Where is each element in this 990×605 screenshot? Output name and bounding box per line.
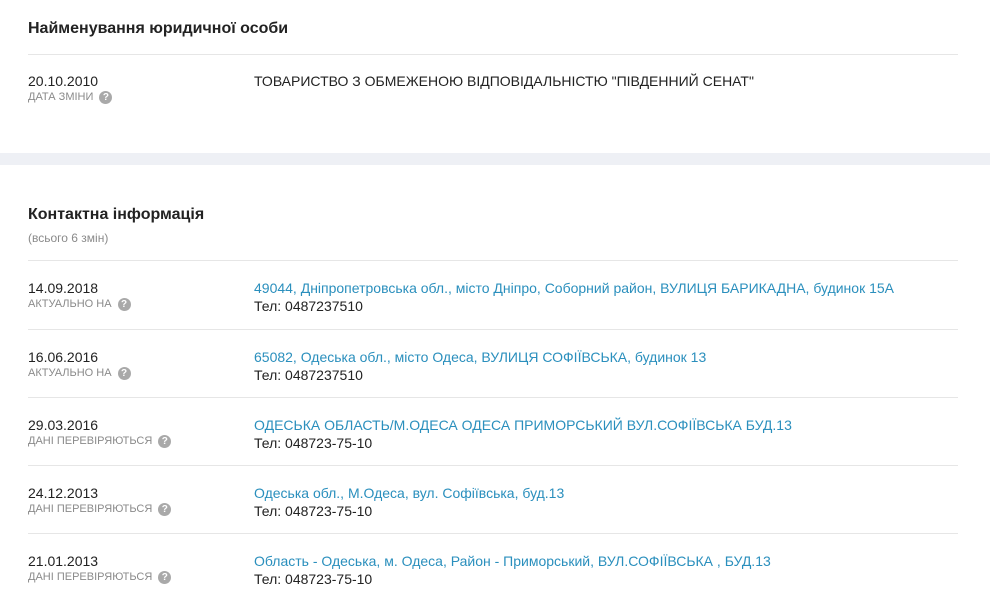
date-label-text: ДАНІ ПЕРЕВІРЯЮТЬСЯ — [28, 435, 153, 447]
help-icon[interactable]: ? — [158, 502, 172, 516]
help-icon[interactable]: ? — [117, 297, 131, 311]
date-column: 29.03.2016 ДАНІ ПЕРЕВІРЯЮТЬСЯ ? — [28, 416, 254, 465]
date-label-text: ДАНІ ПЕРЕВІРЯЮТЬСЯ — [28, 503, 153, 515]
phone-text: Тел: 048723-75-10 — [254, 503, 373, 519]
date-column: 24.12.2013 ДАНІ ПЕРЕВІРЯЮТЬСЯ ? — [28, 484, 254, 533]
date-label: АКТУАЛЬНО НА ? — [28, 297, 254, 311]
phone-text: Тел: 0487237510 — [254, 298, 363, 314]
date-label: ДАТА ЗМІНИ ? — [28, 90, 254, 104]
legal-name-value-column: ТОВАРИСТВО З ОБМЕЖЕНОЮ ВІДПОВІДАЛЬНІСТЮ … — [254, 72, 958, 123]
list-item: 24.12.2013 ДАНІ ПЕРЕВІРЯЮТЬСЯ ? Одеська … — [28, 465, 958, 533]
contact-value-column: ОДЕСЬКА ОБЛАСТЬ/М.ОДЕСА ОДЕСА ПРИМОРСЬКИ… — [254, 416, 958, 465]
date-column: 16.06.2016 АКТУАЛЬНО НА ? — [28, 348, 254, 397]
change-date: 14.09.2018 — [28, 280, 99, 296]
address-link[interactable]: Область - Одеська, м. Одеса, Район - При… — [254, 552, 958, 570]
legal-name-row: 20.10.2010 ДАТА ЗМІНИ ? ТОВАРИСТВО З ОБМ… — [28, 55, 958, 123]
date-column: 20.10.2010 ДАТА ЗМІНИ ? — [28, 72, 254, 123]
phone-text: Тел: 048723-75-10 — [254, 435, 373, 451]
contact-value-column: 49044, Дніпропетровська обл., місто Дніп… — [254, 279, 958, 329]
help-icon[interactable]: ? — [158, 570, 172, 584]
date-label: ДАНІ ПЕРЕВІРЯЮТЬСЯ ? — [28, 502, 254, 516]
legal-name-title: Найменування юридичної особи — [28, 20, 289, 37]
address-link[interactable]: 65082, Одеська обл., місто Одеса, ВУЛИЦЯ… — [254, 348, 958, 366]
date-label: АКТУАЛЬНО НА ? — [28, 366, 254, 380]
address-link[interactable]: Одеська обл., М.Одеса, вул. Софіївська, … — [254, 484, 958, 502]
contact-value-column: Одеська обл., М.Одеса, вул. Софіївська, … — [254, 484, 958, 533]
contacts-list: 14.09.2018 АКТУАЛЬНО НА ? 49044, Дніпроп… — [28, 261, 958, 601]
date-label-text: ДАНІ ПЕРЕВІРЯЮТЬСЯ — [28, 571, 153, 583]
contacts-section: Контактна інформація (всього 6 змін) 14.… — [0, 165, 990, 601]
phone-text: Тел: 048723-75-10 — [254, 571, 373, 587]
date-column: 21.01.2013 ДАНІ ПЕРЕВІРЯЮТЬСЯ ? — [28, 552, 254, 601]
date-label-text: АКТУАЛЬНО НА — [28, 298, 112, 310]
date-label-text: ДАТА ЗМІНИ — [28, 91, 94, 103]
list-item: 21.01.2013 ДАНІ ПЕРЕВІРЯЮТЬСЯ ? Область … — [28, 533, 958, 601]
change-date: 20.10.2010 — [28, 73, 99, 89]
contacts-title: Контактна інформація — [28, 206, 205, 223]
list-item: 16.06.2016 АКТУАЛЬНО НА ? 65082, Одеська… — [28, 329, 958, 397]
address-link[interactable]: ОДЕСЬКА ОБЛАСТЬ/М.ОДЕСА ОДЕСА ПРИМОРСЬКИ… — [254, 416, 958, 434]
contact-value-column: 65082, Одеська обл., місто Одеса, ВУЛИЦЯ… — [254, 348, 958, 397]
change-date: 24.12.2013 — [28, 485, 99, 501]
list-item: 14.09.2018 АКТУАЛЬНО НА ? 49044, Дніпроп… — [28, 261, 958, 329]
help-icon[interactable]: ? — [99, 90, 113, 104]
section-separator-band — [0, 153, 990, 165]
list-item: 29.03.2016 ДАНІ ПЕРЕВІРЯЮТЬСЯ ? ОДЕСЬКА … — [28, 397, 958, 465]
legal-name-section: Найменування юридичної особи 20.10.2010 … — [0, 0, 990, 153]
date-label: ДАНІ ПЕРЕВІРЯЮТЬСЯ ? — [28, 434, 254, 448]
phone-text: Тел: 0487237510 — [254, 367, 363, 383]
address-link[interactable]: 49044, Дніпропетровська обл., місто Дніп… — [254, 279, 958, 297]
date-label: ДАНІ ПЕРЕВІРЯЮТЬСЯ ? — [28, 570, 254, 584]
contacts-subtitle: (всього 6 змін) — [28, 231, 109, 245]
date-label-text: АКТУАЛЬНО НА — [28, 367, 112, 379]
date-column: 14.09.2018 АКТУАЛЬНО НА ? — [28, 279, 254, 329]
change-date: 29.03.2016 — [28, 417, 99, 433]
change-date: 21.01.2013 — [28, 553, 99, 569]
change-date: 16.06.2016 — [28, 349, 99, 365]
legal-name-value: ТОВАРИСТВО З ОБМЕЖЕНОЮ ВІДПОВІДАЛЬНІСТЮ … — [254, 73, 754, 89]
help-icon[interactable]: ? — [117, 366, 131, 380]
help-icon[interactable]: ? — [158, 434, 172, 448]
contact-value-column: Область - Одеська, м. Одеса, Район - При… — [254, 552, 958, 601]
